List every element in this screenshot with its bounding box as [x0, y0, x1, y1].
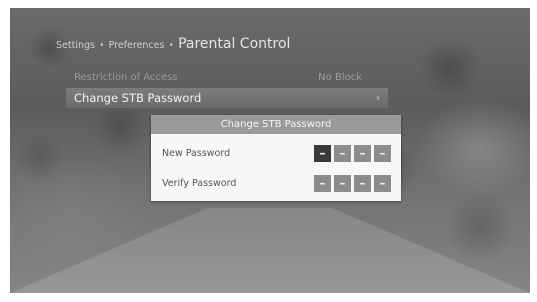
breadcrumb-preferences[interactable]: Preferences — [109, 40, 165, 51]
pin-digit-box[interactable]: – — [354, 144, 371, 162]
verify-password-field[interactable]: – – – – — [314, 174, 391, 192]
dialog-title: Change STB Password — [151, 115, 401, 134]
change-password-dialog: Change STB Password New Password – – – –… — [151, 115, 401, 201]
verify-password-row: Verify Password – – – – — [151, 172, 401, 194]
menu-item-restriction-of-access[interactable]: Restriction of Access No Block — [66, 68, 388, 86]
pin-digit-box[interactable]: – — [314, 144, 331, 162]
chevron-right-icon: › — [376, 92, 380, 104]
menu-item-value: No Block — [318, 71, 362, 83]
menu-item-label: Change STB Password — [74, 91, 202, 105]
breadcrumb: Settings • Preferences • Parental Contro… — [56, 36, 290, 52]
menu-item-change-stb-password[interactable]: Change STB Password › — [66, 88, 388, 108]
new-password-label: New Password — [162, 147, 231, 159]
pin-digit-box[interactable]: – — [314, 174, 331, 192]
verify-password-label: Verify Password — [162, 177, 237, 189]
page-title: Parental Control — [178, 36, 291, 52]
pin-digit-box[interactable]: – — [374, 174, 391, 192]
menu-item-label: Restriction of Access — [74, 71, 178, 83]
pin-digit-box[interactable]: – — [374, 144, 391, 162]
breadcrumb-separator: • — [98, 40, 105, 51]
breadcrumb-separator: • — [168, 40, 175, 51]
pin-digit-box[interactable]: – — [354, 174, 371, 192]
pin-digit-box[interactable]: – — [334, 174, 351, 192]
new-password-row: New Password – – – – — [151, 142, 401, 164]
breadcrumb-settings[interactable]: Settings — [56, 40, 95, 51]
pin-digit-box[interactable]: – — [334, 144, 351, 162]
new-password-field[interactable]: – – – – — [314, 144, 391, 162]
